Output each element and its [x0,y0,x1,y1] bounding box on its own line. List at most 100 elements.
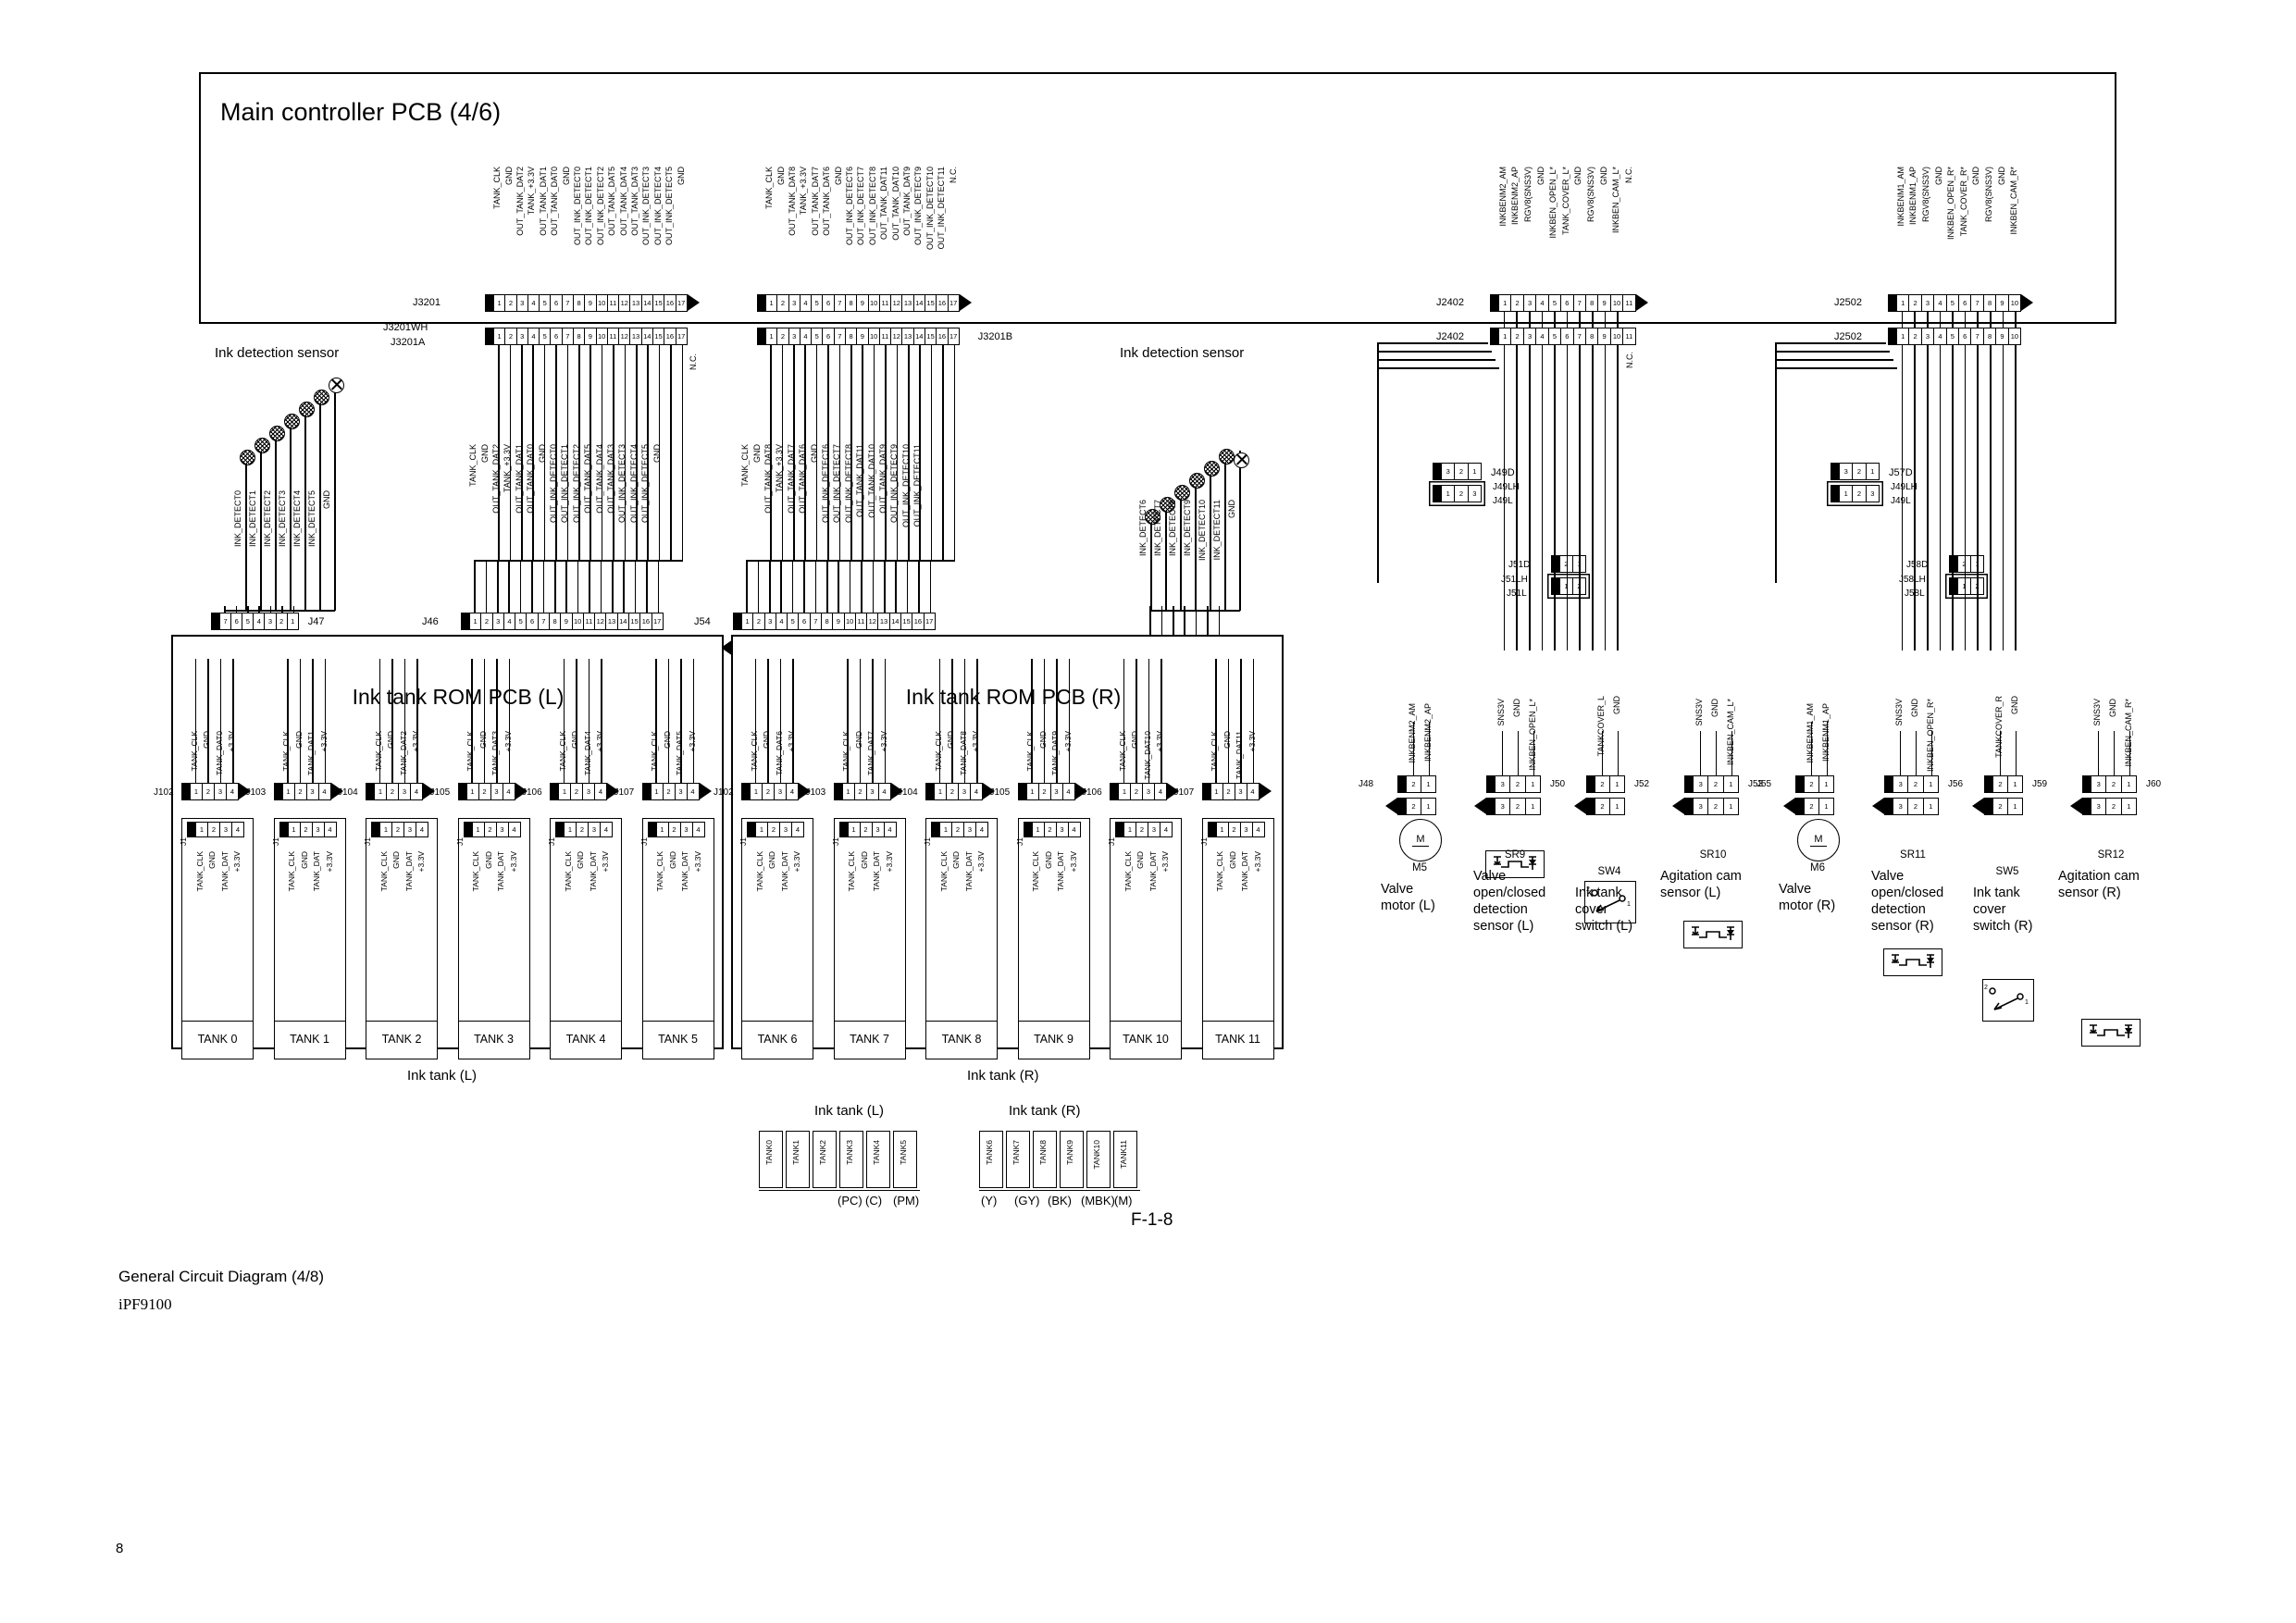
wire-vertical [219,659,222,783]
wire-vertical [847,659,849,783]
connector-pin: 12 [890,328,901,344]
wire-vertical [1731,731,1732,775]
signal-label-j3201-15: OUT_INK_DETECT4 [652,167,663,246]
legend-tank-label-right-0: TANK6 [985,1140,994,1165]
connector-label-left-3: J105 [429,787,451,798]
connector-pin: 4 [1160,823,1172,836]
wire-vertical [1031,659,1033,783]
signal-label-j3201b-10: OUT_INK_DETECT8 [867,167,877,246]
connector-pin: 3 [491,613,503,629]
wire-vertical [1501,731,1503,775]
connector-pin: 2 [776,328,788,344]
doc-model: iPF9100 [118,1295,172,1313]
connector-pin: 4 [691,823,704,836]
tank-box-left-1 [273,818,346,1049]
connector-pin: 2 [662,784,675,799]
bus-signal-left-7: GND [537,444,547,463]
label-nc-J2402: N.C. [1625,352,1634,368]
signal-J2402-2: INKBENM2_AP [1510,167,1520,226]
legend-tank-label-right-5: TANK11 [1119,1140,1128,1169]
wire-vertical [803,560,805,613]
wire-vertical [1123,659,1125,783]
wire-vertical [884,659,887,783]
svg-text:2: 2 [1984,985,1988,991]
tank-j1-signal-left-1-3: +3.3V [324,851,334,873]
wire-vertical [391,659,393,783]
sensor-ref-SR12: SR12 [2097,849,2125,861]
connector-pin: 4 [975,823,987,836]
legend-color-left-0: (PC) [838,1194,863,1208]
signal-J2502-7: GND [1971,167,1981,185]
connector-key [462,613,469,629]
connector-pin: 1 [1421,776,1435,792]
connector-label-J2402-bottom: J2402 [1436,331,1464,342]
tank-j1-signal-left-5-2: TANK_DAT [680,851,690,892]
wire-vertical [324,659,327,783]
connector-pin: 3 [1693,799,1707,814]
bus-signal-right-12: OUT_TANK_DAT10 [866,444,876,518]
tank-label-right-0: TANK 6 [757,1033,798,1046]
wire-vertical [416,659,418,783]
connector-pin: 3 [219,823,231,836]
connector-pin: 16 [936,295,947,311]
connector-J2502-top: 1 2 3 4 5 6 7 8 9 10 [1888,294,2021,312]
tank-label-right-4: TANK 10 [1123,1033,1169,1046]
connector-pin: 4 [1067,823,1080,836]
connector-pin: 4 [883,823,896,836]
motor-desc: Valve motor (L) [1381,882,1435,914]
bus-signal-left-1: TANK_CLK [468,444,478,487]
wire-vertical [588,659,590,783]
legend-tank-label-left-0: TANK0 [764,1140,774,1165]
connector-key [1889,295,1896,311]
connector-pin: 16 [639,613,651,629]
connector-key [1208,823,1216,836]
connector-pin: 9 [1597,328,1609,344]
connector-arrow-left [1474,797,1486,814]
sensor-bulb-gnd-left [328,378,344,393]
wire-vertical [497,560,499,613]
connector-left-J102-0: 1234 [181,783,239,800]
connector-pin: 2 [1992,776,2007,792]
connector-pin: 2 [504,328,515,344]
connector-key [366,784,374,799]
sensor-signal-left-1: INK_DETECT1 [248,490,257,548]
connector-pin: 1 [564,823,576,836]
connector-pin: 5 [539,295,550,311]
ink-detection-sensor-title-left: Ink detection sensor [215,345,340,361]
legend-tank-label-right-2: TANK8 [1038,1140,1048,1165]
connector-j1-left-1: 1234 [279,822,337,837]
connector-pin: 4 [1535,328,1547,344]
signal-label-j3201-9: OUT_INK_DETECT1 [584,167,594,246]
connector-pin: 4 [1535,295,1547,311]
tank-j1-signal-left-2-1: GND [391,851,402,869]
connector-pin: 2 [1222,784,1235,799]
label-nc-left: N.C. [688,353,698,370]
signal-label-j3201-13: OUT_TANK_DAT3 [630,167,639,236]
wire-vertical [565,560,567,613]
connector-label-J2502-top: J2502 [1834,297,1862,308]
connector-pin: 1 [493,295,504,311]
connector-key [486,295,493,311]
connector-pin: 1 [1865,464,1879,479]
connector-pin: 2 [576,823,588,836]
wire-vertical [1541,312,1544,328]
wire-vertical [1517,731,1519,775]
wire-vertical [1239,451,1241,611]
connector-pin: 3 [1522,328,1535,344]
connector-pin: 3 [958,784,970,799]
connector-pin: 1 [934,784,946,799]
connector-pin: 7 [833,295,845,311]
sensor-signal-left-5: INK_DETECT5 [307,490,316,548]
connector-pin: 2 [946,784,958,799]
tank-box-right-0 [741,818,813,1049]
tank-j1-signal-left-4-2: TANK_DAT [588,851,598,892]
wire-vertical [930,345,933,560]
wire-vertical [1136,659,1137,783]
wire-vertical [1148,659,1150,783]
connector-pin: 8 [1584,328,1597,344]
wire-vertical [1699,731,1701,775]
connector-pin: 9 [856,328,867,344]
connector-left-J107-5: 1234 [641,783,700,800]
connector-pin: 2 [1037,784,1050,799]
connector-pin: 3 [871,823,884,836]
